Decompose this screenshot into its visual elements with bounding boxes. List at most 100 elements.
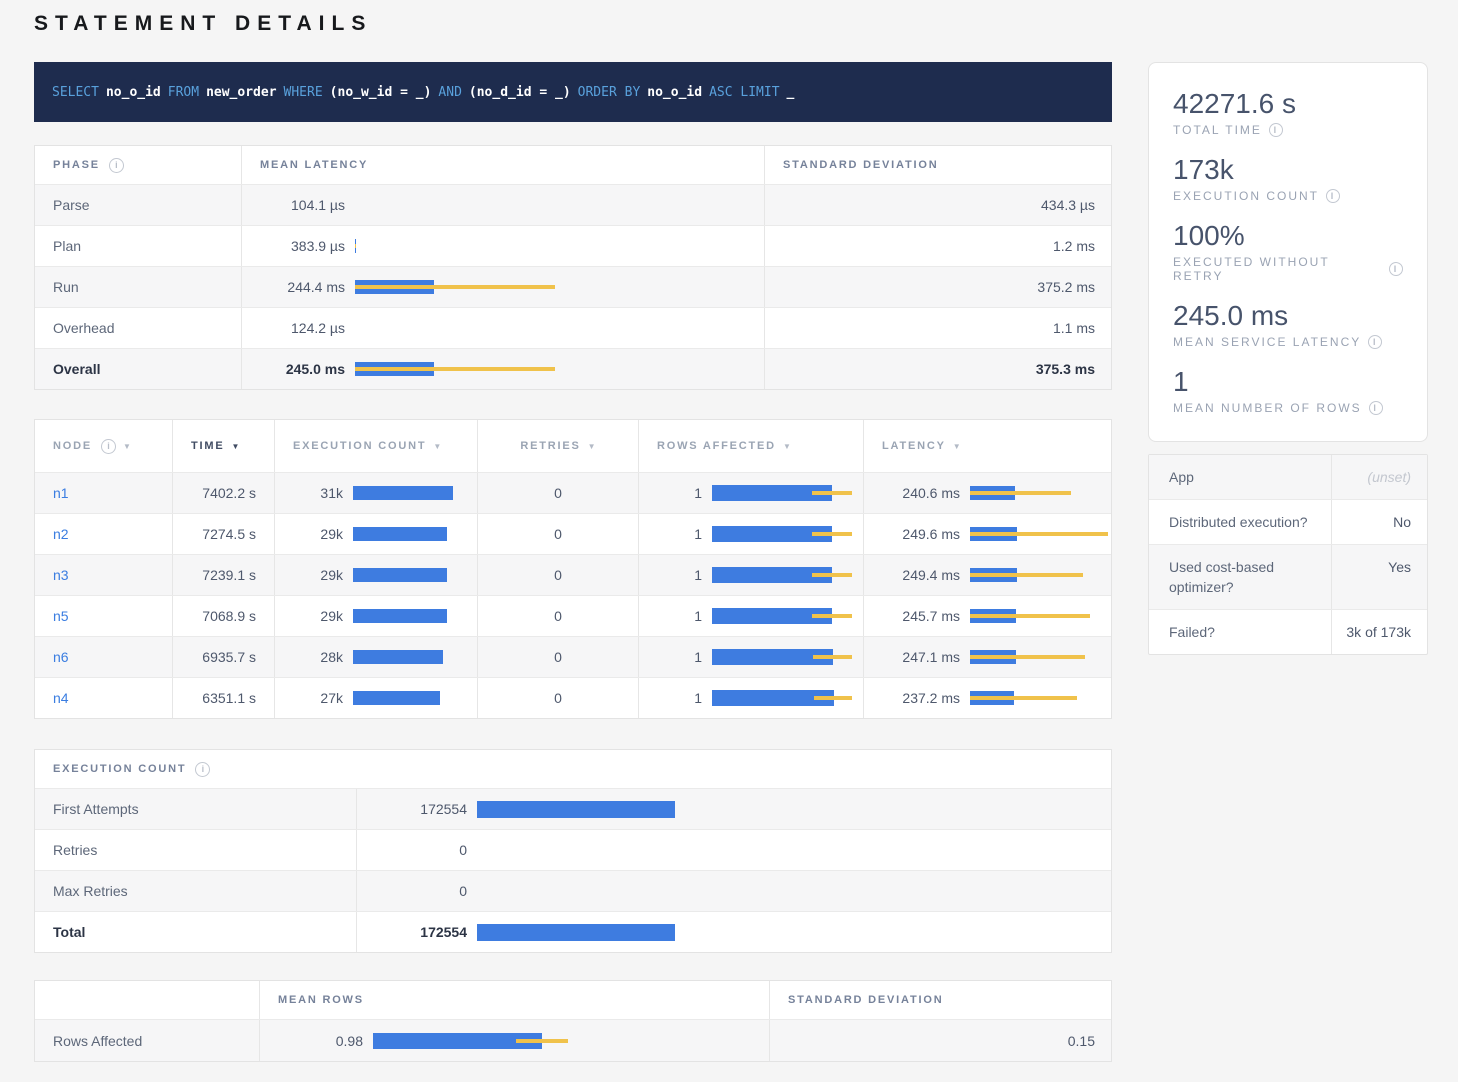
standard-deviation-value: 375.3 ms [1036, 361, 1095, 377]
latency-bar-chart [355, 280, 555, 294]
standard-deviation-column-header: Standard Deviation [788, 994, 943, 1006]
rows-affected-bar [712, 608, 852, 624]
execution-count-column-header[interactable]: Execution Count▼ [274, 420, 477, 472]
row-label: First Attempts [53, 801, 139, 817]
node-link[interactable]: n1 [53, 485, 69, 501]
retries-value: 0 [554, 649, 562, 665]
sql-keyword: ASC LIMIT [709, 85, 779, 100]
stat-label: Mean Service Latency [1173, 335, 1361, 349]
info-icon[interactable]: i [1389, 262, 1403, 276]
mean-rows-value: 0.98 [278, 1033, 363, 1049]
rows-affected-column-header[interactable]: Rows Affected▼ [638, 420, 863, 472]
info-icon[interactable]: i [109, 158, 124, 173]
latency-bar [970, 527, 1110, 541]
node-link[interactable]: n2 [53, 526, 69, 542]
stat-mean-service-latency: 245.0 ms Mean Service Latencyi [1173, 299, 1403, 349]
execution-count-value: 28k [293, 649, 343, 665]
phase-label: Overhead [53, 320, 114, 336]
attribute-label: App [1149, 455, 1331, 499]
info-icon[interactable]: i [1269, 123, 1283, 137]
table-row: n3 7239.1 s 29k 0 1 249.4 ms [35, 554, 1111, 595]
stat-mean-number-of-rows: 1 Mean Number of Rowsi [1173, 365, 1403, 415]
retries-value: 0 [554, 526, 562, 542]
node-link[interactable]: n4 [53, 690, 69, 706]
node-link[interactable]: n3 [53, 567, 69, 583]
time-column-header[interactable]: Time▼ [172, 420, 274, 472]
table-row: Run 244.4 ms 375.2 ms [35, 266, 1111, 307]
time-value: 6935.7 s [202, 649, 256, 665]
summary-stats-card: 42271.6 s Total Timei 173k Execution Cou… [1148, 62, 1428, 442]
standard-deviation-value: 1.1 ms [1053, 320, 1095, 336]
stat-label: Mean Number of Rows [1173, 401, 1362, 415]
rows-affected-value: 1 [657, 485, 702, 501]
time-value: 6351.1 s [202, 690, 256, 706]
latency-bar [970, 609, 1110, 623]
count-bar [477, 801, 677, 818]
sql-keyword: WHERE [284, 85, 323, 100]
attribute-value: No [1331, 500, 1427, 544]
statement-details-page: STATEMENT DETAILS SELECTno_o_idFROMnew_o… [0, 0, 1458, 1082]
time-value: 7274.5 s [202, 526, 256, 542]
retries-value: 0 [554, 690, 562, 706]
table-row: First Attempts 172554 [35, 788, 1111, 829]
rows-affected-table: Mean Rows Standard Deviation Rows Affect… [34, 980, 1112, 1062]
mean-rows-column-header: Mean Rows [278, 994, 364, 1006]
count-bar [477, 842, 677, 859]
stat-value: 173k [1173, 153, 1403, 187]
execution-count-bar [353, 527, 453, 541]
attribute-row-distributed: Distributed execution? No [1149, 499, 1427, 544]
latency-value: 247.1 ms [882, 649, 960, 665]
rows-affected-bar [712, 485, 852, 501]
node-link[interactable]: n6 [53, 649, 69, 665]
standard-deviation-value: 434.3 µs [1041, 197, 1095, 213]
node-stats-table: Nodei▼ Time▼ Execution Count▼ Retries▼ R… [34, 419, 1112, 719]
table-row: Overhead 124.2 µs 1.1 ms [35, 307, 1111, 348]
table-row: Rows Affected 0.98 0.15 [35, 1019, 1111, 1061]
rows-affected-value: 1 [657, 608, 702, 624]
mean-latency-value: 383.9 µs [260, 238, 345, 254]
latency-value: 249.4 ms [882, 567, 960, 583]
sql-identifier: _ [787, 85, 795, 100]
info-icon[interactable]: i [195, 762, 210, 777]
sort-desc-icon: ▼ [588, 442, 596, 451]
sql-keyword: FROM [168, 85, 199, 100]
attribute-value: Yes [1331, 545, 1427, 609]
rows-affected-value: 1 [657, 649, 702, 665]
info-icon[interactable]: i [1368, 335, 1382, 349]
sort-desc-icon: ▼ [433, 442, 441, 451]
execution-count-bar [353, 650, 453, 664]
execution-count-value: 29k [293, 608, 343, 624]
row-label: Max Retries [53, 883, 128, 899]
stat-label: Execution Count [1173, 189, 1319, 203]
rows-affected-value: 1 [657, 567, 702, 583]
table-row: n4 6351.1 s 27k 0 1 237.2 ms [35, 677, 1111, 718]
sql-identifier: no_o_id [106, 85, 161, 100]
mean-rows-bar [373, 1033, 573, 1049]
mean-latency-value: 244.4 ms [260, 279, 345, 295]
mean-latency-column-header: Mean Latency [260, 159, 368, 171]
retries-value: 0 [554, 567, 562, 583]
statement-attributes-card: App (unset) Distributed execution? No Us… [1148, 454, 1428, 655]
execution-count-table-title: Execution Count [53, 763, 186, 775]
row-label: Total [53, 924, 85, 940]
sql-identifier: (no_d_id = _) [469, 85, 571, 100]
stat-value: 42271.6 s [1173, 87, 1403, 121]
retries-column-header[interactable]: Retries▼ [477, 420, 638, 472]
node-column-header[interactable]: Nodei▼ [35, 420, 172, 472]
latency-column-header[interactable]: Latency▼ [863, 420, 1113, 472]
info-icon[interactable]: i [101, 439, 116, 454]
rows-affected-bar [712, 649, 852, 665]
sql-identifier: new_order [206, 85, 276, 100]
latency-bar-chart [355, 239, 555, 253]
rows-affected-bar [712, 526, 852, 542]
latency-bar-chart [355, 198, 555, 212]
standard-deviation-column-header: Standard Deviation [783, 159, 938, 171]
execution-count-bar [353, 568, 453, 582]
execution-count-value: 31k [293, 485, 343, 501]
node-link[interactable]: n5 [53, 608, 69, 624]
info-icon[interactable]: i [1326, 189, 1340, 203]
count-bar [477, 883, 677, 900]
latency-bar [970, 486, 1110, 500]
info-icon[interactable]: i [1369, 401, 1383, 415]
mean-latency-value: 124.2 µs [260, 320, 345, 336]
